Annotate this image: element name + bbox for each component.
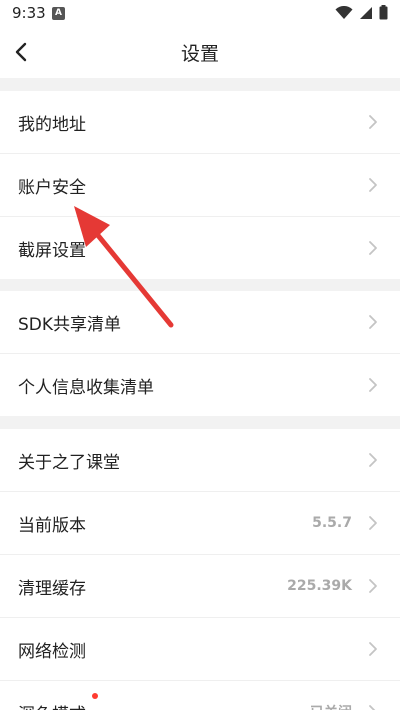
status-time: 9:33 bbox=[12, 4, 46, 22]
dark-mode-value: 已关闭 bbox=[310, 702, 352, 710]
cache-size-value: 225.39K bbox=[287, 578, 352, 594]
battery-icon bbox=[379, 5, 388, 20]
settings-item-clear-cache[interactable]: 清理缓存 225.39K bbox=[0, 555, 400, 618]
settings-item-label: 个人信息收集清单 bbox=[18, 377, 154, 398]
settings-item-network-check[interactable]: 网络检测 bbox=[0, 618, 400, 681]
header-bar: 设置 bbox=[0, 26, 400, 78]
settings-item-version[interactable]: 当前版本 5.5.7 bbox=[0, 492, 400, 555]
chevron-right-icon bbox=[369, 453, 377, 467]
settings-item-dark-mode[interactable]: 深色模式 已关闭 bbox=[0, 681, 400, 710]
settings-item-label: 截屏设置 bbox=[18, 240, 86, 261]
chevron-right-icon bbox=[369, 705, 376, 710]
status-icons bbox=[335, 5, 388, 20]
settings-item-label: 关于之了课堂 bbox=[18, 452, 120, 473]
chevron-right-icon bbox=[369, 642, 377, 656]
settings-item-about[interactable]: 关于之了课堂 bbox=[0, 429, 400, 492]
settings-item-label: 当前版本 bbox=[18, 515, 86, 536]
chevron-right-icon bbox=[369, 579, 377, 593]
wifi-icon bbox=[335, 5, 353, 19]
settings-item-address[interactable]: 我的地址 bbox=[0, 91, 400, 154]
chevron-right-icon bbox=[369, 516, 377, 530]
settings-screen: 9:33 A 设置 我的地址 账户安全 截屏设置 SDK共享清单 个人信息收集清… bbox=[0, 0, 400, 710]
chevron-right-icon bbox=[369, 378, 377, 392]
signal-icon bbox=[360, 6, 372, 19]
page-title: 设置 bbox=[180, 43, 219, 65]
settings-item-label: 网络检测 bbox=[18, 641, 86, 662]
settings-item-screenshot[interactable]: 截屏设置 bbox=[0, 217, 400, 279]
settings-group-privacy: SDK共享清单 个人信息收集清单 bbox=[0, 291, 400, 416]
chevron-right-icon bbox=[369, 115, 377, 129]
settings-item-account-security[interactable]: 账户安全 bbox=[0, 154, 400, 217]
settings-item-label: SDK共享清单 bbox=[18, 314, 122, 335]
settings-item-label: 我的地址 bbox=[18, 114, 86, 135]
status-bar: 9:33 A bbox=[0, 0, 400, 26]
chevron-right-icon bbox=[369, 315, 377, 329]
settings-item-label: 账户安全 bbox=[18, 177, 86, 198]
settings-group-account: 我的地址 账户安全 截屏设置 bbox=[0, 91, 400, 279]
chevron-right-icon bbox=[369, 178, 377, 192]
settings-item-label: 深色模式 bbox=[18, 700, 86, 710]
chevron-right-icon bbox=[369, 241, 377, 255]
notification-icon: A bbox=[52, 7, 65, 20]
version-value: 5.5.7 bbox=[312, 515, 352, 531]
settings-item-label: 清理缓存 bbox=[18, 578, 86, 599]
new-badge-dot bbox=[92, 693, 98, 699]
settings-item-personal-info-list[interactable]: 个人信息收集清单 bbox=[0, 354, 400, 416]
settings-item-sdk-list[interactable]: SDK共享清单 bbox=[0, 291, 400, 354]
settings-group-app: 关于之了课堂 当前版本 5.5.7 清理缓存 225.39K 网络检测 深色模式… bbox=[0, 429, 400, 710]
